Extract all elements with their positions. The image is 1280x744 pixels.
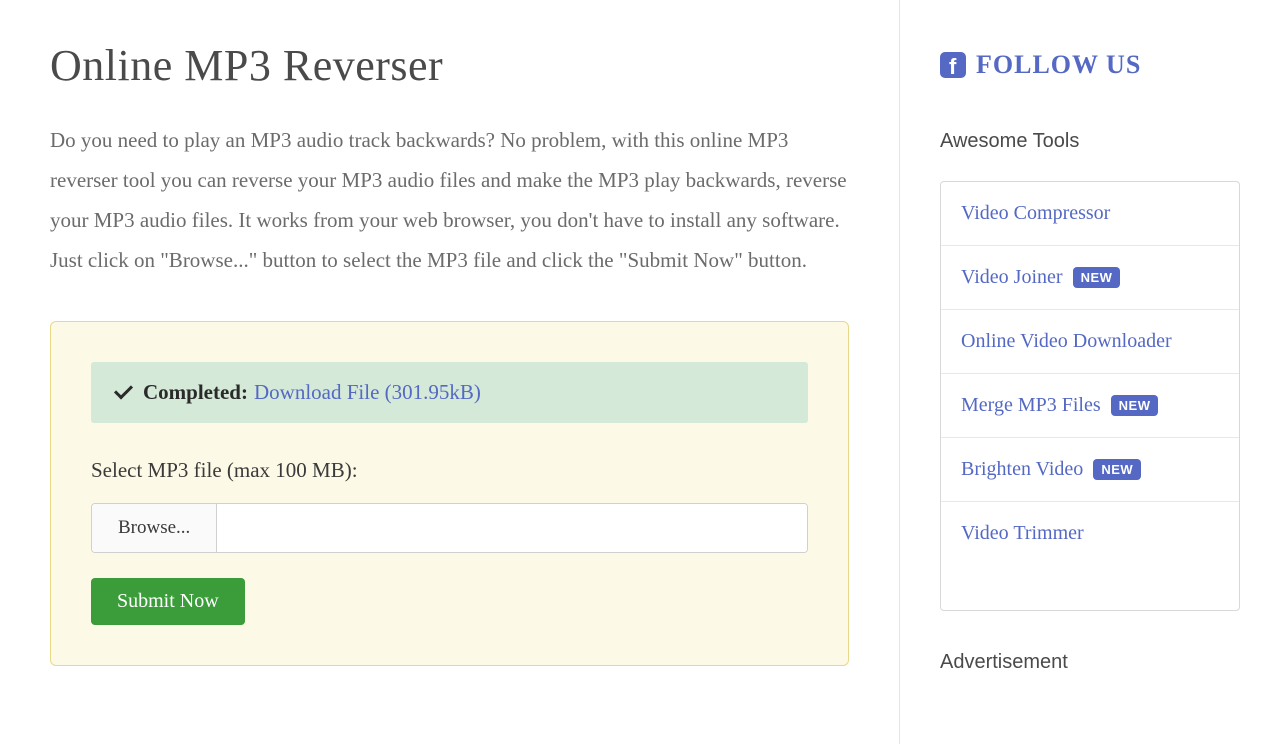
download-link[interactable]: Download File (301.95kB) (254, 380, 481, 405)
tool-item-brighten-video[interactable]: Brighten Video NEW (941, 438, 1239, 502)
page-description: Do you need to play an MP3 audio track b… (50, 121, 849, 281)
tool-item-video-downloader[interactable]: Online Video Downloader (941, 310, 1239, 374)
tool-label: Brighten Video (961, 458, 1083, 481)
tool-item-merge-mp3[interactable]: Merge MP3 Files NEW (941, 374, 1239, 438)
tool-list[interactable]: Video Compressor Video Joiner NEW Online… (940, 181, 1240, 611)
follow-us-label: FOLLOW US (976, 50, 1141, 80)
follow-us-link[interactable]: FOLLOW US (940, 50, 1240, 80)
upload-box: Completed: Download File (301.95kB) Sele… (50, 321, 849, 666)
tool-item-video-joiner[interactable]: Video Joiner NEW (941, 246, 1239, 310)
file-input[interactable] (217, 504, 807, 552)
status-label: Completed: (143, 380, 248, 405)
submit-button[interactable]: Submit Now (91, 578, 245, 625)
new-badge: NEW (1093, 459, 1141, 480)
tool-label: Video Joiner (961, 266, 1063, 289)
tool-label: Video Compressor (961, 202, 1110, 225)
check-icon (113, 385, 133, 399)
status-bar: Completed: Download File (301.95kB) (91, 362, 808, 423)
new-badge: NEW (1111, 395, 1159, 416)
facebook-icon (940, 52, 966, 78)
tool-label: Online Video Downloader (961, 330, 1172, 353)
advertisement-header: Advertisement (940, 651, 1240, 674)
tool-label: Video Trimmer (961, 522, 1084, 545)
tool-item-video-compressor[interactable]: Video Compressor (941, 182, 1239, 246)
page-title: Online MP3 Reverser (50, 40, 849, 91)
new-badge: NEW (1073, 267, 1121, 288)
file-picker: Browse... (91, 503, 808, 553)
tool-label: Merge MP3 Files (961, 394, 1101, 417)
tools-header: Awesome Tools (940, 130, 1240, 153)
select-file-label: Select MP3 file (max 100 MB): (91, 458, 808, 483)
tool-item-video-trimmer[interactable]: Video Trimmer (941, 502, 1239, 565)
browse-button[interactable]: Browse... (92, 504, 217, 552)
